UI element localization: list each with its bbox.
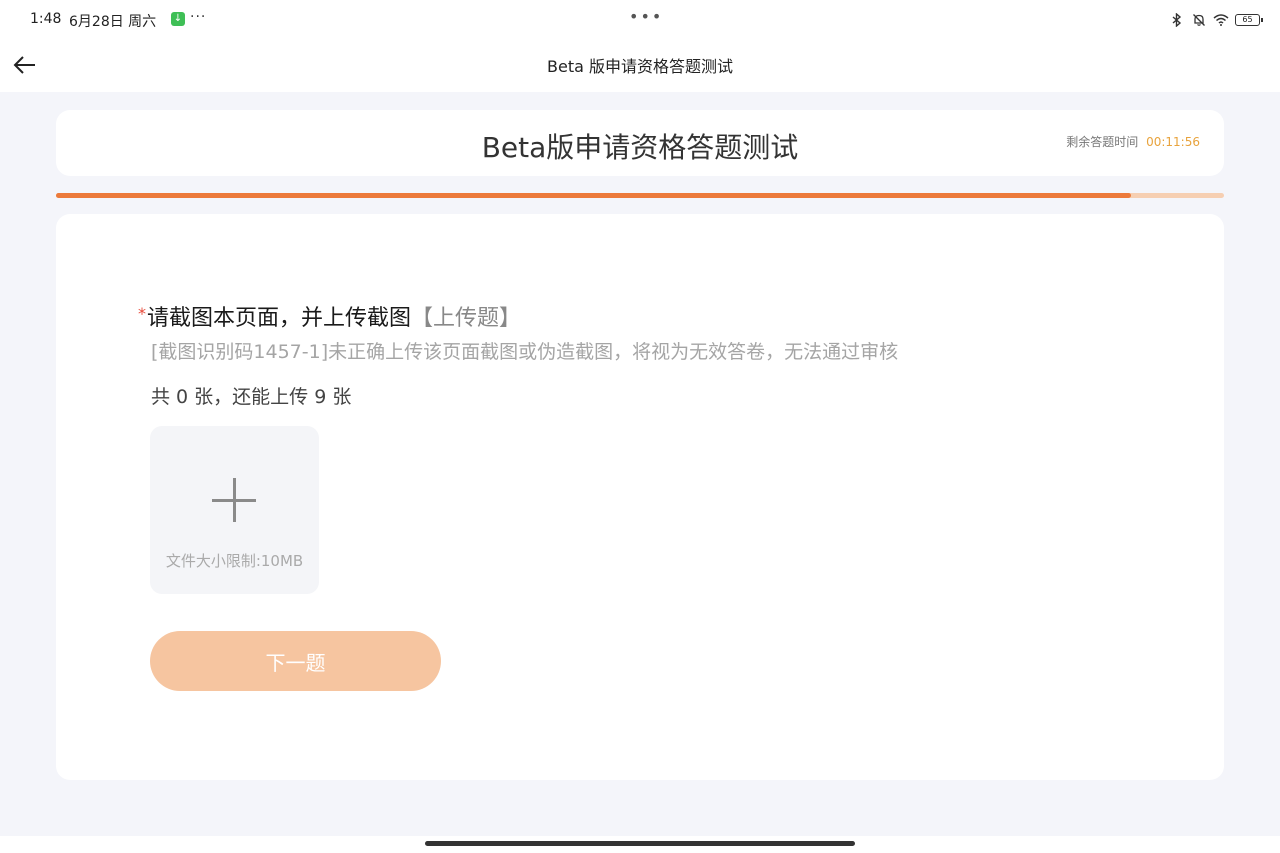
quiz-header-card: Beta版申请资格答题测试 剩余答题时间 00:11:56 — [56, 110, 1224, 176]
mute-bell-icon — [1191, 12, 1207, 28]
upload-count: 共 0 张，还能上传 9 张 — [151, 386, 352, 408]
progress-fill — [56, 193, 1131, 198]
question-card: *请截图本页面，并上传截图【上传题】 [截图识别码1457-1]未正确上传该页面… — [56, 214, 1224, 780]
status-time: 1:48 — [30, 11, 62, 27]
status-icons: 65 — [1169, 10, 1263, 30]
quiz-title: Beta版申请资格答题测试 — [481, 131, 799, 164]
wifi-icon — [1213, 12, 1229, 28]
download-icon: ↓ — [171, 12, 185, 26]
status-bar: 1:48 6月28日 周六 ↓ ··· ••• 65 — [0, 0, 1280, 40]
home-indicator[interactable] — [425, 841, 855, 846]
question-title: *请截图本页面，并上传截图【上传题】 — [138, 300, 521, 332]
progress-bar — [56, 193, 1224, 198]
window-dots[interactable]: ••• — [629, 7, 663, 26]
status-date: 6月28日 周六 — [69, 14, 157, 30]
next-question-button[interactable]: 下一题 — [150, 631, 441, 691]
question-note: [截图识别码1457-1]未正确上传该页面截图或伪造截图，将视为无效答卷，无法通… — [151, 341, 899, 363]
plus-icon — [212, 478, 256, 522]
status-overflow: ··· — [190, 9, 207, 25]
timer-value: 00:11:56 — [1146, 135, 1200, 149]
upload-size-limit: 文件大小限制:10MB — [165, 552, 304, 570]
nav-title: Beta 版申请资格答题测试 — [547, 57, 733, 76]
question-text: 请截图本页面，并上传截图 — [147, 306, 412, 331]
countdown-timer: 剩余答题时间 00:11:56 — [1066, 133, 1200, 150]
bluetooth-icon — [1169, 12, 1185, 28]
required-mark: * — [138, 304, 146, 323]
timer-label: 剩余答题时间 — [1066, 135, 1139, 149]
upload-image-button[interactable]: 文件大小限制:10MB — [150, 426, 319, 594]
battery-icon: 65 — [1235, 14, 1263, 26]
question-type: 【上传题】 — [411, 306, 522, 331]
nav-bar: Beta 版申请资格答题测试 — [0, 40, 1280, 92]
